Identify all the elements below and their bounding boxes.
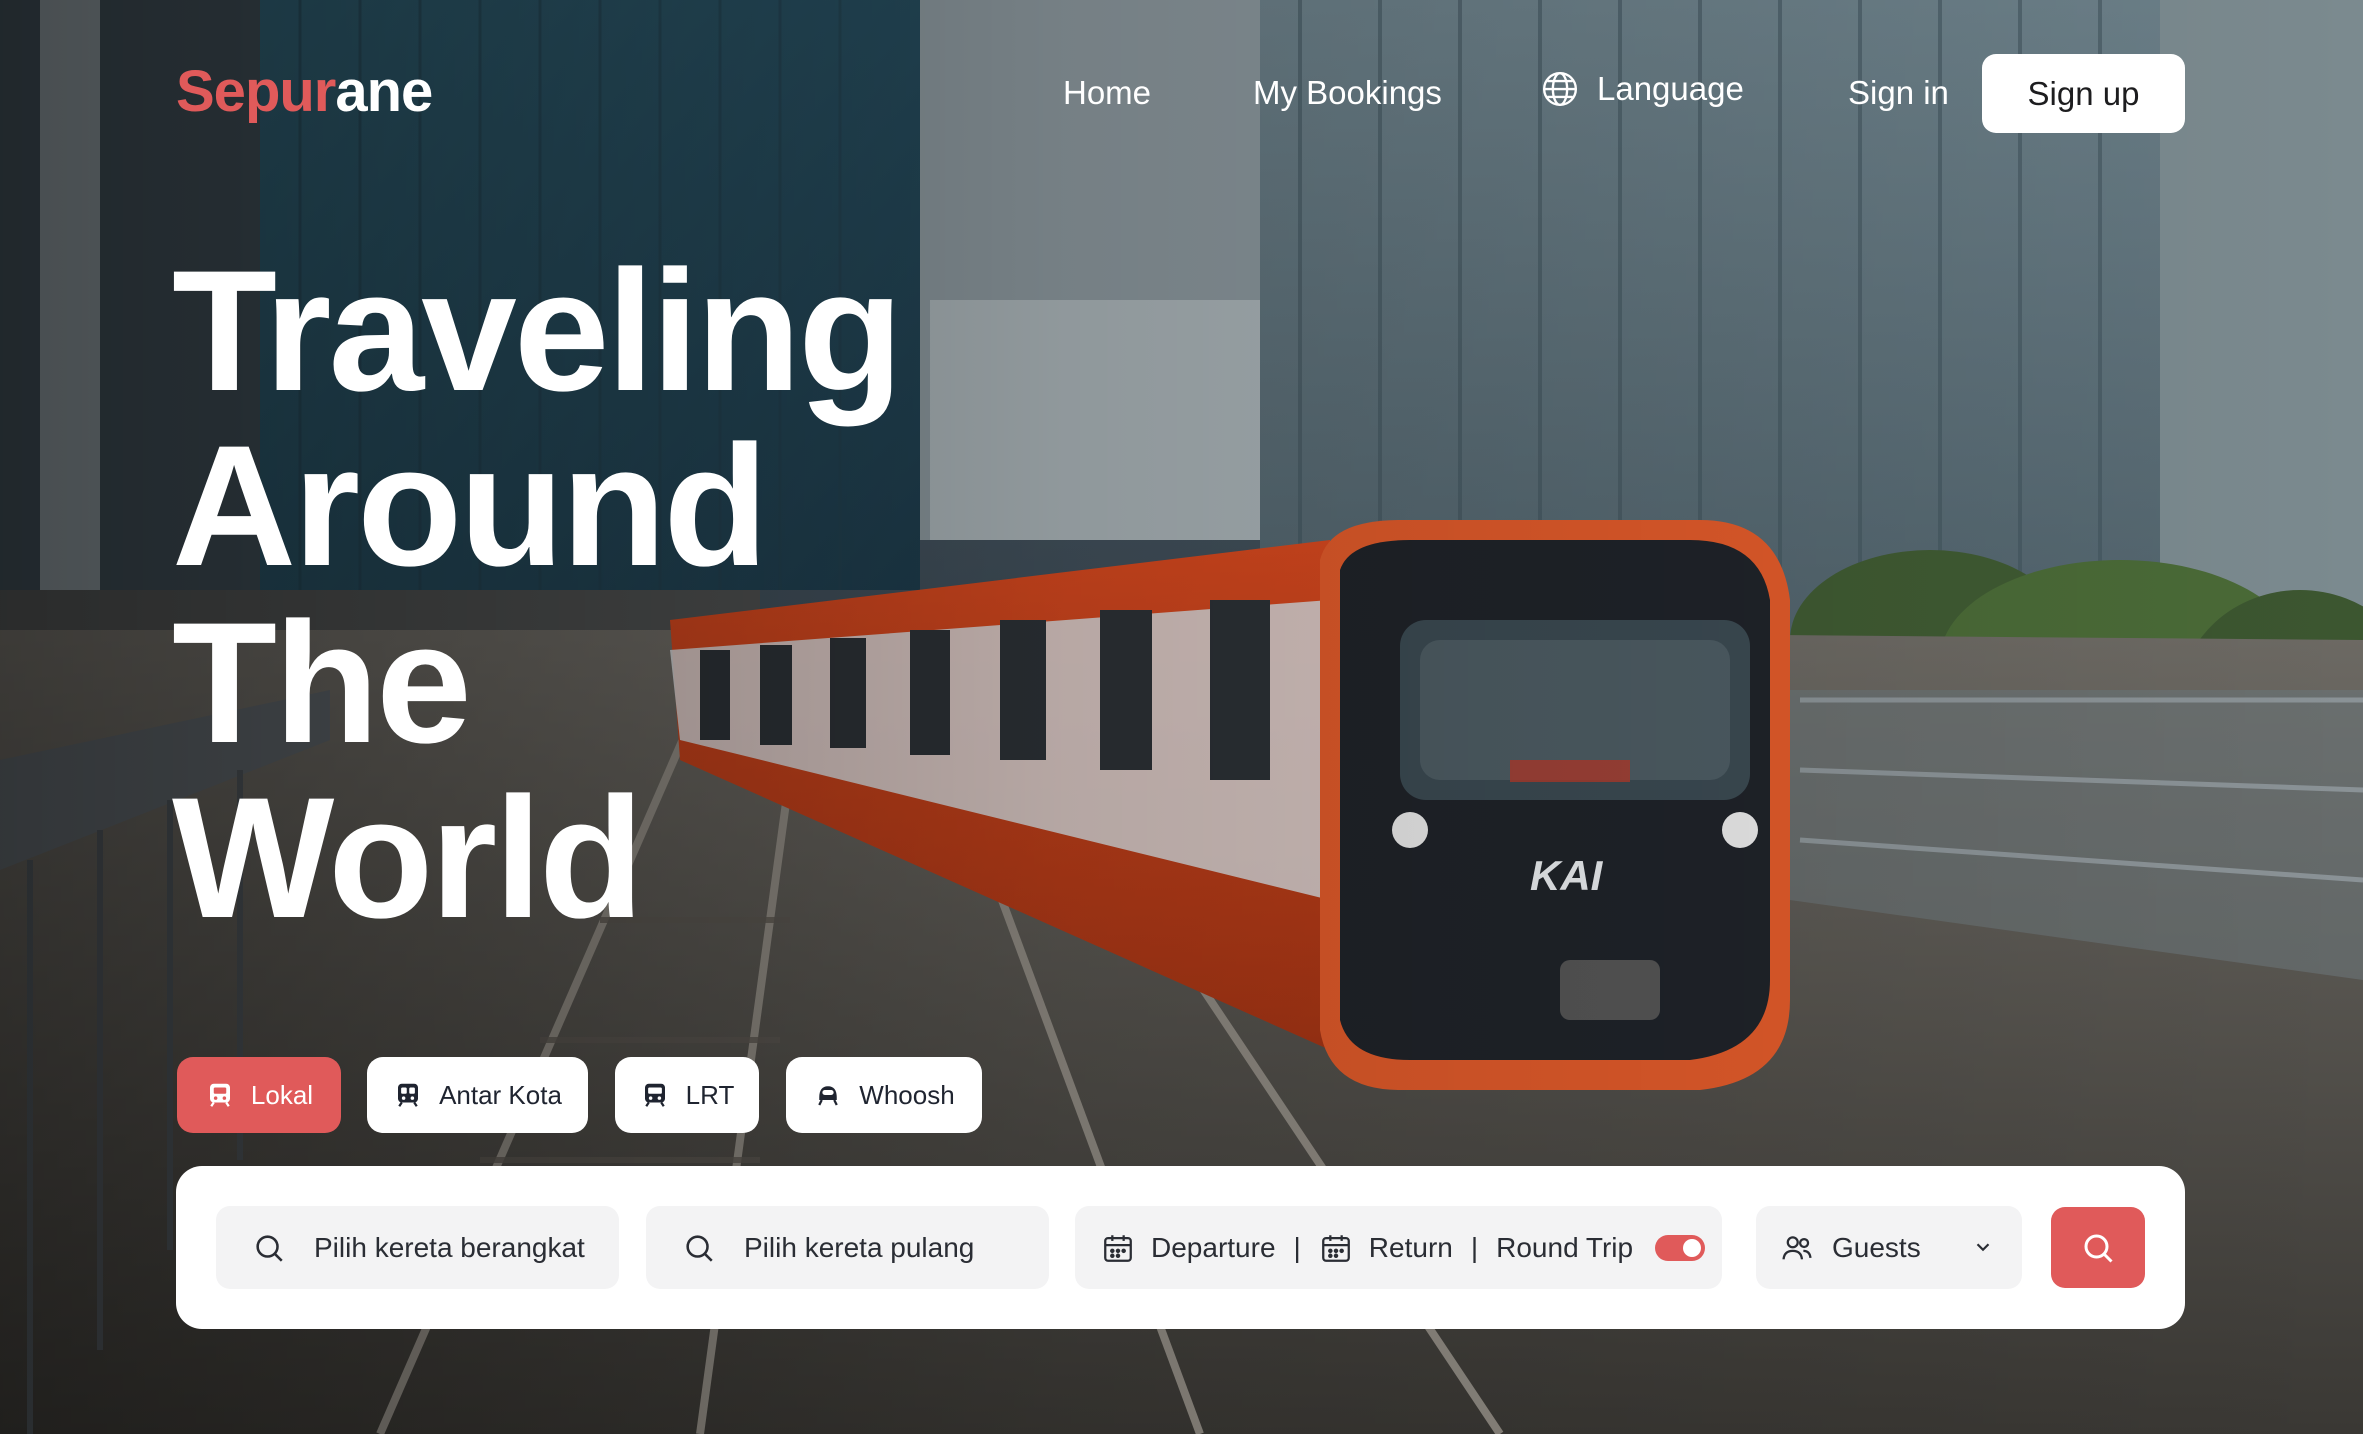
departure-label: Departure bbox=[1151, 1231, 1276, 1263]
search-icon bbox=[686, 1234, 713, 1262]
headline-line-2: Around bbox=[172, 410, 768, 602]
return-label: Return bbox=[1368, 1231, 1453, 1263]
headline-line-1: Traveling bbox=[172, 235, 903, 427]
nav-home-link[interactable]: Home bbox=[1063, 74, 1151, 112]
tab-antar-kota-label: Antar Kota bbox=[439, 1079, 562, 1110]
separator: | bbox=[1293, 1231, 1301, 1263]
high-speed-train-icon bbox=[818, 1086, 839, 1106]
return-train-field[interactable]: Pilih kereta pulang bbox=[646, 1206, 1049, 1289]
round-trip-label: Round Trip bbox=[1496, 1231, 1634, 1263]
lrt-icon bbox=[644, 1083, 665, 1107]
search-icon bbox=[256, 1234, 283, 1262]
logo-rest-text: ane bbox=[335, 59, 433, 124]
guests-label: Guests bbox=[1832, 1231, 1921, 1263]
guests-dropdown[interactable]: Guests bbox=[1756, 1206, 2022, 1289]
nav-language-selector[interactable]: Language bbox=[1541, 70, 1744, 108]
return-date-field[interactable]: Return bbox=[1319, 1231, 1453, 1265]
language-label: Language bbox=[1597, 70, 1744, 107]
tab-whoosh-label: Whoosh bbox=[859, 1079, 955, 1110]
search-icon bbox=[2084, 1234, 2113, 1263]
sign-in-link[interactable]: Sign in bbox=[1848, 74, 1949, 112]
return-train-placeholder: Pilih kereta pulang bbox=[744, 1231, 975, 1263]
tab-antar-kota[interactable]: Antar Kota bbox=[367, 1057, 588, 1133]
sign-up-button[interactable]: Sign up bbox=[1982, 54, 2185, 133]
train-icon bbox=[398, 1083, 419, 1107]
hero-section: KAI Sepurane Home My Bookings Language S… bbox=[0, 0, 2363, 1434]
search-button[interactable] bbox=[2051, 1207, 2145, 1288]
users-icon bbox=[1782, 1235, 1812, 1259]
departure-date-field[interactable]: Departure bbox=[1101, 1231, 1276, 1265]
calendar-icon bbox=[1104, 1234, 1132, 1262]
date-selector: Departure | Return | Round Trip bbox=[1075, 1206, 1722, 1289]
calendar-icon bbox=[1321, 1234, 1350, 1262]
train-front-icon bbox=[209, 1083, 230, 1107]
search-panel: Pilih kereta berangkat Pilih kereta pula… bbox=[176, 1166, 2185, 1329]
brand-logo[interactable]: Sepurane bbox=[176, 58, 433, 125]
globe-icon bbox=[1542, 71, 1578, 107]
headline-line-3: The bbox=[172, 587, 472, 779]
logo-accent-text: Sepur bbox=[176, 59, 336, 124]
departure-train-field[interactable]: Pilih kereta berangkat bbox=[216, 1206, 619, 1289]
tab-whoosh[interactable]: Whoosh bbox=[786, 1057, 982, 1133]
chevron-down-icon bbox=[1976, 1243, 1990, 1252]
headline-line-4: World bbox=[172, 762, 644, 954]
tab-lokal[interactable]: Lokal bbox=[177, 1057, 341, 1133]
departure-train-placeholder: Pilih kereta berangkat bbox=[314, 1231, 585, 1263]
round-trip-toggle[interactable] bbox=[1655, 1234, 1706, 1261]
tab-lrt[interactable]: LRT bbox=[615, 1057, 759, 1133]
separator: | bbox=[1470, 1231, 1479, 1263]
nav-my-bookings-link[interactable]: My Bookings bbox=[1253, 74, 1442, 112]
tab-lrt-label: LRT bbox=[685, 1079, 735, 1110]
tab-lokal-label: Lokal bbox=[250, 1079, 314, 1110]
